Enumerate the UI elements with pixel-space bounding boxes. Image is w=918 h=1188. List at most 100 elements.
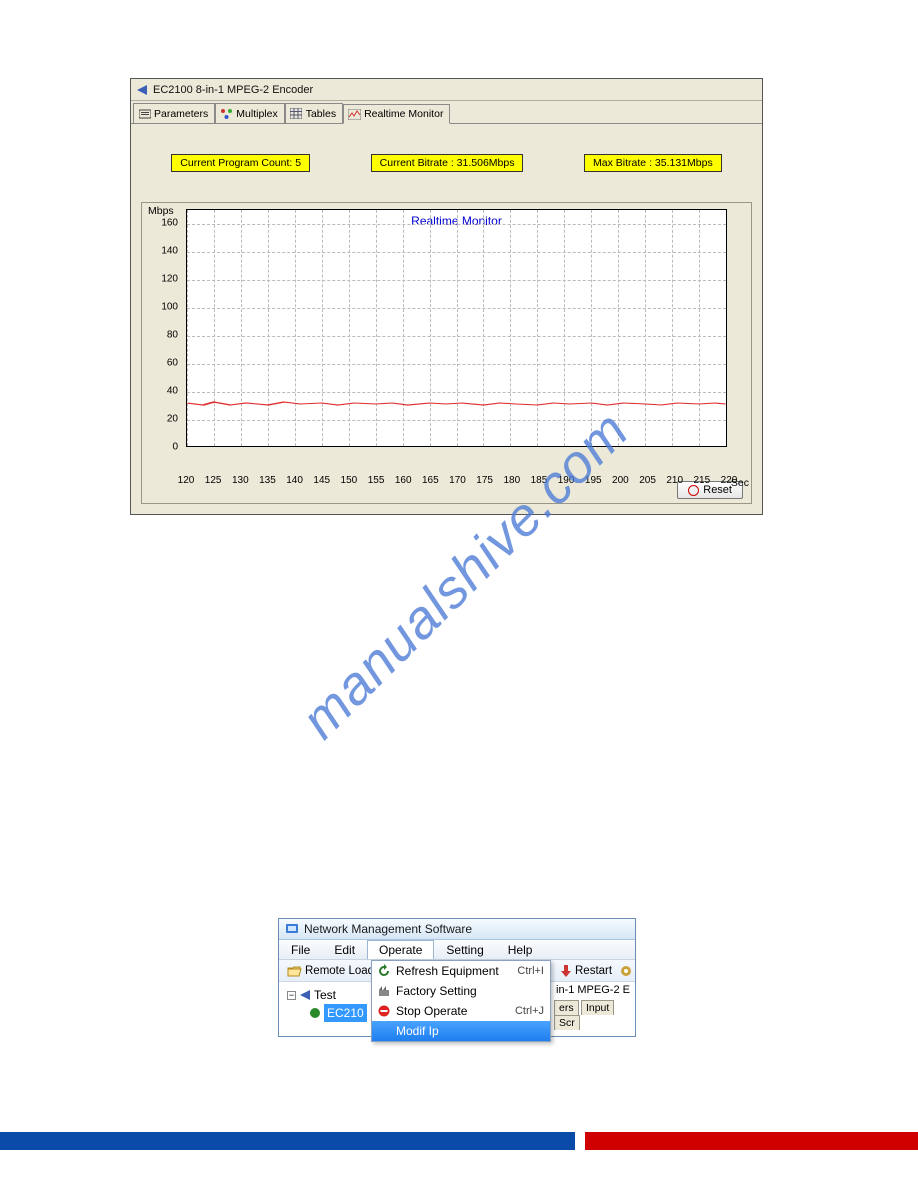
footer-bar-blue: [0, 1132, 575, 1150]
tree-node-label: Test: [314, 986, 336, 1004]
gridline: [672, 210, 673, 446]
gear-icon: [619, 964, 633, 978]
y-tick: 140: [161, 246, 178, 257]
y-tick: 40: [167, 386, 178, 397]
encoder-window: EC2100 8-in-1 MPEG-2 Encoder Parameters …: [130, 78, 763, 515]
tab-realtime-monitor[interactable]: Realtime Monitor: [343, 104, 450, 124]
clipped-right-pane: in-1 MPEG-2 E ers Input Scr: [554, 982, 635, 1030]
y-tick: 100: [161, 302, 178, 313]
toolbar-extra-button[interactable]: [615, 963, 637, 979]
restart-button[interactable]: Restart: [556, 963, 616, 979]
gridline: [430, 210, 431, 446]
app-icon: [285, 922, 299, 936]
menu-item-label: Refresh Equipment: [392, 964, 517, 978]
window-titlebar: EC2100 8-in-1 MPEG-2 Encoder: [131, 79, 762, 101]
gridline: [537, 210, 538, 446]
tab-label: Scr: [559, 1017, 575, 1029]
menu-item-label: Modif Ip: [392, 1024, 544, 1038]
menu-item-label: Factory Setting: [392, 984, 544, 998]
gridline: [591, 210, 592, 446]
footer-bar-red: [585, 1132, 918, 1150]
x-tick: 150: [341, 475, 358, 486]
gridline: [564, 210, 565, 446]
x-tick: 210: [666, 475, 683, 486]
toolbar-label: Remote Load: [305, 965, 374, 977]
x-tick: 170: [449, 475, 466, 486]
menu-item-factory-setting[interactable]: Factory Setting: [372, 981, 550, 1001]
menu-item-refresh-equipment[interactable]: Refresh Equipment Ctrl+I: [372, 961, 550, 981]
monitor-icon: [348, 108, 361, 121]
menu-help[interactable]: Help: [496, 940, 545, 959]
app-icon: [135, 83, 149, 97]
tab-label: ers: [559, 1002, 574, 1014]
footer-bar-gap: [575, 1132, 585, 1150]
clipped-tab[interactable]: ers: [554, 1000, 579, 1015]
y-tick: 0: [172, 442, 178, 453]
menu-edit[interactable]: Edit: [322, 940, 367, 959]
tables-icon: [290, 107, 303, 120]
x-tick: 180: [503, 475, 520, 486]
x-tick: 195: [585, 475, 602, 486]
clipped-tab[interactable]: Input: [581, 1000, 614, 1015]
y-axis: Mbps 160 140 120 100 80 60 40 20 0: [142, 205, 180, 218]
status-max-bitrate: Max Bitrate : 35.131Mbps: [584, 154, 722, 172]
remote-load-button[interactable]: Remote Load: [283, 964, 378, 978]
tab-tables[interactable]: Tables: [285, 103, 343, 123]
x-tick: 120: [178, 475, 195, 486]
y-tick: 160: [161, 218, 178, 229]
chart-panel: Mbps 160 140 120 100 80 60 40 20 0 Realt…: [141, 202, 752, 504]
gridline: [376, 210, 377, 446]
gridline: [403, 210, 404, 446]
network-management-window: Network Management Software File Edit Op…: [278, 918, 636, 1037]
x-tick: 140: [286, 475, 303, 486]
clipped-device-title: in-1 MPEG-2 E: [554, 982, 635, 1000]
x-tick: 185: [531, 475, 548, 486]
x-tick: 135: [259, 475, 276, 486]
tab-parameters[interactable]: Parameters: [133, 103, 215, 123]
stop-icon: [376, 1004, 392, 1018]
refresh-icon: [376, 964, 392, 978]
x-tick: 165: [422, 475, 439, 486]
x-tick: 215: [694, 475, 711, 486]
restart-icon: [560, 964, 572, 978]
gridline: [187, 210, 188, 446]
window-title: Network Management Software: [304, 922, 472, 936]
x-axis-title: Sec: [731, 477, 749, 489]
x-tick: 160: [395, 475, 412, 486]
menu-operate[interactable]: Operate: [367, 940, 434, 959]
menu-label: File: [291, 943, 310, 957]
x-tick: 205: [639, 475, 656, 486]
tab-label: Realtime Monitor: [364, 108, 443, 120]
gridline: [645, 210, 646, 446]
collapse-icon[interactable]: −: [287, 991, 296, 1000]
tree-panel: − Test EC210 Refresh Equipment Ctrl+I: [279, 982, 635, 1036]
folder-open-icon: [287, 965, 302, 977]
x-tick: 125: [205, 475, 222, 486]
gridline: [241, 210, 242, 446]
menu-item-stop-operate[interactable]: Stop Operate Ctrl+J: [372, 1001, 550, 1021]
tab-multiplex[interactable]: Multiplex: [215, 103, 284, 123]
factory-icon: [376, 984, 392, 998]
menu-item-label: Stop Operate: [392, 1004, 515, 1018]
gridline: [510, 210, 511, 446]
gridline: [618, 210, 619, 446]
window-body: Current Program Count: 5 Current Bitrate…: [131, 123, 762, 514]
menu-bar: File Edit Operate Setting Help: [279, 940, 635, 960]
y-tick: 20: [167, 414, 178, 425]
menu-setting[interactable]: Setting: [434, 940, 495, 959]
gridline: [483, 210, 484, 446]
clipped-tab[interactable]: Scr: [554, 1015, 580, 1030]
gridline: [457, 210, 458, 446]
menu-file[interactable]: File: [279, 940, 322, 959]
window-titlebar: Network Management Software: [279, 919, 635, 940]
menu-item-shortcut: Ctrl+J: [515, 1005, 544, 1017]
x-tick: 190: [558, 475, 575, 486]
x-tick: 145: [313, 475, 330, 486]
y-tick: 80: [167, 330, 178, 341]
parameters-icon: [138, 107, 151, 120]
y-tick: 120: [161, 274, 178, 285]
status-program-count: Current Program Count: 5: [171, 154, 310, 172]
tab-label: Tables: [306, 108, 336, 120]
menu-label: Operate: [379, 943, 422, 957]
menu-item-modif-ip[interactable]: Modif Ip: [372, 1021, 550, 1041]
